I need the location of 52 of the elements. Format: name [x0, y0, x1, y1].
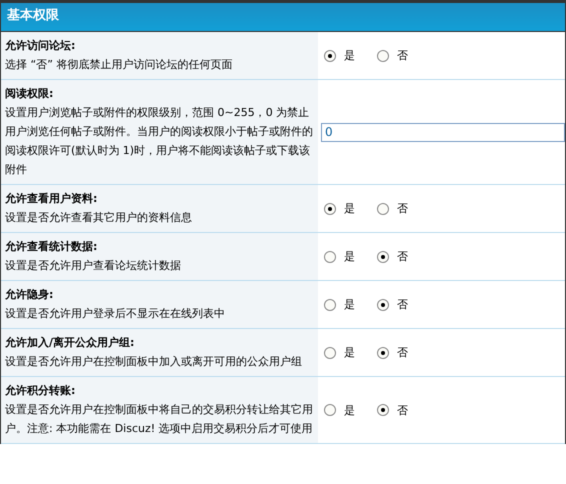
radio-option[interactable]: 否 [377, 400, 408, 420]
setting-label: 阅读权限: [5, 86, 54, 102]
setting-label: 允许隐身: [5, 287, 54, 303]
radio-label: 否 [397, 249, 408, 265]
radio-label: 是 [344, 345, 355, 361]
setting-description: 设置是否允许查看其它用户的资料信息 [5, 210, 193, 226]
radio-button[interactable] [377, 202, 389, 214]
setting-description: 选择 “否” 将彻底禁止用户访问论坛的任何页面 [5, 57, 234, 73]
radio-button[interactable] [324, 250, 336, 262]
radio-option[interactable]: 是 [324, 343, 355, 362]
setting-description: 设置是否允许用户在控制面板中加入或离开可用的公众用户组 [5, 354, 303, 370]
setting-label: 允许查看用户资料: [5, 191, 98, 207]
radio-option[interactable]: 是 [324, 400, 355, 420]
input-field[interactable]: 0 [321, 122, 565, 142]
radio-label: 否 [397, 345, 408, 361]
radio-button[interactable] [377, 50, 389, 62]
radio-option[interactable]: 否 [377, 343, 408, 362]
radio-label: 否 [397, 201, 408, 217]
radio-button[interactable] [324, 346, 336, 358]
radio-button[interactable] [377, 346, 389, 358]
radio-option[interactable]: 是 [324, 199, 355, 218]
section-title: 基本权限 [7, 8, 59, 23]
radio-label: 是 [344, 201, 355, 217]
radio-button[interactable] [324, 202, 336, 214]
radio-button[interactable] [377, 404, 389, 416]
radio-label: 否 [397, 48, 408, 64]
setting-description: 设置用户浏览帖子或附件的权限级别，范围 0~255，0 为禁止用户浏览任何帖子或附件。当用户的阅读权限小于帖子或附件的阅读权限许可(默认时为 1)时，用户将不能阅读该帖子或下载该附件 [5, 105, 314, 178]
setting-description: 设置是否允许用户登录后不显示在在线列表中 [5, 306, 226, 322]
setting-description: 设置是否允许用户在控制面板中将自己的交易积分转让给其它用户。注意: 本功能需在 Discuz! 选项中启用交易积分后才可使用 [5, 402, 314, 437]
radio-option[interactable]: 否 [377, 46, 408, 65]
radio-button[interactable] [324, 298, 336, 310]
radio-label: 否 [397, 297, 408, 313]
radio-option[interactable]: 否 [377, 199, 408, 218]
setting-label: 允许加入/离开公众用户组: [5, 335, 136, 351]
setting-label: 允许查看统计数据: [5, 239, 98, 255]
radio-option[interactable]: 是 [324, 295, 355, 314]
radio-option[interactable]: 否 [377, 295, 408, 314]
radio-button[interactable] [377, 250, 389, 262]
radio-label: 是 [344, 297, 355, 313]
setting-label: 允许积分转账: [5, 383, 76, 399]
radio-button[interactable] [324, 404, 336, 416]
setting-description: 设置是否允许用户查看论坛统计数据 [5, 258, 182, 274]
radio-option[interactable]: 否 [377, 247, 408, 266]
radio-label: 否 [397, 402, 408, 418]
radio-label: 是 [344, 48, 355, 64]
radio-button[interactable] [324, 50, 336, 62]
setting-label: 允许访问论坛: [5, 38, 76, 54]
radio-label: 是 [344, 402, 355, 418]
radio-label: 是 [344, 249, 355, 265]
radio-option[interactable]: 是 [324, 46, 355, 65]
radio-button[interactable] [377, 298, 389, 310]
radio-option[interactable]: 是 [324, 247, 355, 266]
